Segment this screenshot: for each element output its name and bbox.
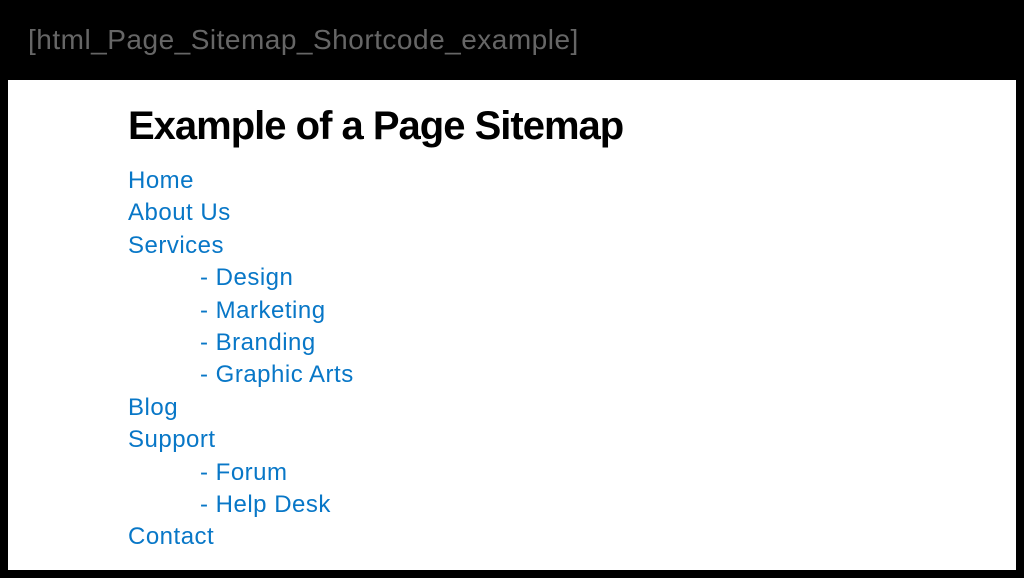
dash-prefix: - <box>200 329 216 356</box>
sitemap-sublink[interactable]: Graphic Arts <box>216 361 354 388</box>
sitemap-item: Home <box>128 165 896 197</box>
sitemap-subitem: - Design <box>200 262 896 294</box>
sitemap-subitem: - Marketing <box>200 295 896 327</box>
dash-prefix: - <box>200 361 216 388</box>
dash-prefix: - <box>200 297 216 324</box>
sitemap-subitem: - Forum <box>200 457 896 489</box>
sitemap-sublist: - Forum- Help Desk <box>128 457 896 522</box>
sitemap-item: Blog <box>128 392 896 424</box>
sitemap-subitem: - Help Desk <box>200 489 896 521</box>
dash-prefix: - <box>200 459 216 486</box>
sitemap-sublink[interactable]: Branding <box>216 329 316 356</box>
sitemap-item: Services <box>128 230 896 262</box>
sitemap-link[interactable]: Contact <box>128 523 214 550</box>
dash-prefix: - <box>200 491 216 518</box>
sitemap-subitem: - Graphic Arts <box>200 359 896 391</box>
sitemap-link[interactable]: About Us <box>128 199 231 226</box>
sitemap-link[interactable]: Services <box>128 232 224 259</box>
dash-prefix: - <box>200 264 216 291</box>
sitemap-sublink[interactable]: Marketing <box>216 297 326 324</box>
sitemap-link[interactable]: Home <box>128 167 194 194</box>
sitemap-item: Contact <box>128 521 896 553</box>
sitemap-sublink[interactable]: Help Desk <box>216 491 331 518</box>
page-title: Example of a Page Sitemap <box>128 104 896 149</box>
content-panel: Example of a Page Sitemap Home About Us Se… <box>8 80 1016 570</box>
sitemap-sublink[interactable]: Design <box>216 264 294 291</box>
sitemap-item: About Us <box>128 197 896 229</box>
sitemap-subitem: - Branding <box>200 327 896 359</box>
shortcode-label: [html_Page_Sitemap_Shortcode_example] <box>28 24 579 56</box>
sitemap-list: HomeAbout UsServices- Design- Marketing-… <box>128 165 896 554</box>
sitemap-item: Support <box>128 424 896 456</box>
sitemap-link[interactable]: Support <box>128 426 216 453</box>
sitemap-sublink[interactable]: Forum <box>216 459 288 486</box>
header-bar: [html_Page_Sitemap_Shortcode_example] <box>0 0 1024 80</box>
sitemap-link[interactable]: Blog <box>128 394 178 421</box>
sitemap-sublist: - Design- Marketing- Branding- Graphic A… <box>128 262 896 392</box>
